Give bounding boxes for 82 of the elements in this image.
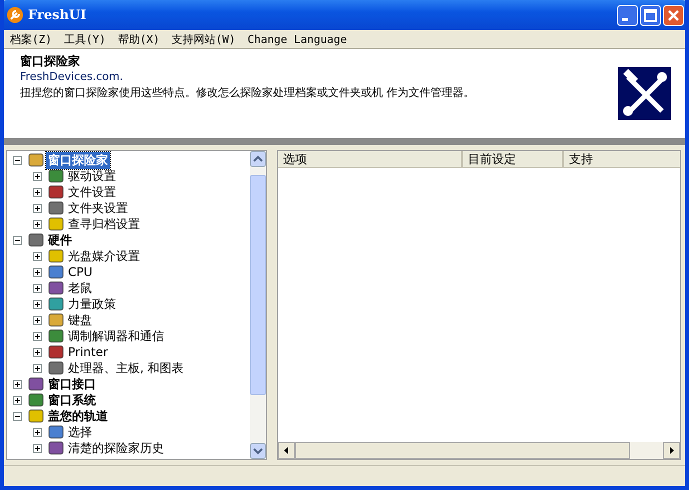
tree-item[interactable]: 文件设置 — [66, 184, 118, 200]
tree-node-icon — [48, 345, 64, 359]
expander-box[interactable] — [33, 444, 42, 452]
tree-node-icon — [48, 185, 64, 199]
tree-node-icon — [48, 201, 64, 215]
expander-box[interactable] — [13, 380, 22, 388]
expander-box[interactable] — [33, 220, 42, 228]
menu-item[interactable]: 支持网站(W) — [172, 32, 236, 46]
expander-box[interactable] — [33, 284, 42, 292]
window-title: FreshUI — [28, 8, 86, 22]
tree-node-icon — [28, 409, 44, 423]
tree-node-icon — [48, 169, 64, 183]
column-header[interactable]: 目前设定 — [463, 151, 564, 167]
expander-box[interactable] — [33, 428, 42, 436]
expander-box[interactable] — [33, 172, 42, 180]
tree-node-icon — [48, 361, 64, 375]
tree-item[interactable]: Printer — [66, 345, 110, 359]
menu-item[interactable]: 档案(Z) — [10, 32, 52, 46]
scroll-thumb[interactable] — [250, 175, 266, 395]
column-header[interactable]: 支持 — [564, 151, 680, 167]
scroll-thumb[interactable] — [295, 442, 630, 459]
tree-item[interactable]: 窗口接口 — [46, 376, 98, 392]
maximize-button[interactable] — [640, 4, 661, 26]
tree-item[interactable]: 老鼠 — [66, 280, 94, 296]
tree-node-icon — [48, 425, 64, 439]
expander-box[interactable] — [33, 268, 42, 276]
expander-box[interactable] — [33, 332, 42, 340]
expander-box[interactable] — [33, 300, 42, 308]
vertical-scrollbar[interactable] — [250, 151, 266, 459]
tree-node-icon — [28, 393, 44, 407]
expander-box[interactable] — [33, 364, 42, 372]
hammer-wrench-icon — [618, 67, 671, 120]
scroll-up-icon[interactable] — [250, 151, 266, 167]
tree-item[interactable]: 盖您的轨道 — [46, 408, 110, 424]
tree-node-icon — [28, 233, 44, 247]
tree-item[interactable]: 清楚的探险家历史 — [66, 440, 166, 456]
expander-box[interactable] — [13, 412, 22, 420]
tree-node-icon — [48, 217, 64, 231]
tree-node-icon — [28, 153, 44, 167]
tree-item[interactable]: 窗口系统 — [46, 392, 98, 408]
scroll-down-icon[interactable] — [250, 443, 266, 459]
scroll-right-icon[interactable] — [663, 442, 680, 459]
tree-item[interactable]: 处理器、主板, 和图表 — [66, 360, 186, 376]
wrench-icon — [7, 7, 23, 23]
tree-item[interactable]: 选择 — [66, 424, 94, 440]
minimize-button[interactable] — [617, 4, 638, 26]
close-button[interactable] — [663, 4, 684, 26]
column-header[interactable]: 选项 — [278, 151, 463, 167]
tree-node-icon — [48, 297, 64, 311]
website-link[interactable]: FreshDevices.com. — [20, 70, 474, 83]
tree-item[interactable]: 硬件 — [46, 232, 74, 248]
tree-item[interactable]: 文件夹设置 — [66, 200, 130, 216]
tree-item[interactable]: 光盘媒介设置 — [66, 248, 142, 264]
tree-node-icon — [48, 281, 64, 295]
tree-node-icon — [48, 329, 64, 343]
horizontal-scrollbar[interactable] — [278, 442, 680, 459]
tree-item[interactable]: 键盘 — [66, 312, 94, 328]
tree-item[interactable]: 驱动设置 — [66, 168, 118, 184]
tree-node-icon — [48, 265, 64, 279]
tree-item[interactable]: 查寻归档设置 — [66, 216, 142, 232]
tree-item[interactable]: 调制解调器和通信 — [66, 328, 166, 344]
menu-item[interactable]: 工具(Y) — [64, 32, 106, 46]
scroll-left-icon[interactable] — [278, 442, 295, 459]
tree-node-icon — [48, 313, 64, 327]
expander-box[interactable] — [33, 252, 42, 260]
expander-box[interactable] — [33, 348, 42, 356]
tree-node-icon — [48, 249, 64, 263]
tree-node-icon — [48, 441, 64, 455]
expander-box[interactable] — [13, 396, 22, 404]
expander-box[interactable] — [13, 236, 22, 244]
expander-box[interactable] — [33, 204, 42, 212]
expander-box[interactable] — [33, 316, 42, 324]
tree-item[interactable]: 窗口探险家 — [46, 152, 110, 168]
expander-box[interactable] — [13, 156, 22, 164]
header-title: 窗口探险家 — [20, 53, 81, 70]
header-description: 扭捏您的窗口探险家使用这些特点。修改怎么探险家处理档案或文件夹或机 作为文件管理器。 — [20, 85, 474, 100]
tree-node-icon — [28, 377, 44, 391]
tree-item[interactable]: 力量政策 — [66, 296, 118, 312]
expander-box[interactable] — [33, 188, 42, 196]
tree-item[interactable]: CPU — [66, 265, 94, 279]
menu-item[interactable]: Change Language — [248, 32, 347, 46]
menu-item[interactable]: 帮助(X) — [118, 32, 160, 46]
